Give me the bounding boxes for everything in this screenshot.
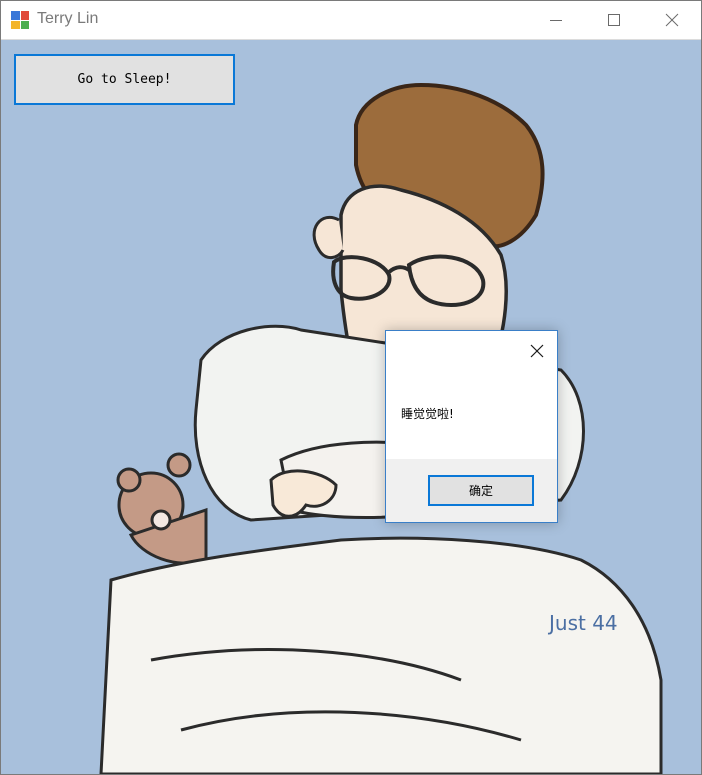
maximize-icon <box>608 14 620 26</box>
artist-signature: Just 44 <box>547 611 618 635</box>
minimize-button[interactable] <box>527 1 585 39</box>
winforms-app-icon <box>11 11 29 29</box>
window-title: Terry Lin <box>37 10 99 27</box>
client-area: Just 44 Go to Sleep! <box>1 40 701 774</box>
sleeping-man-illustration: Just 44 <box>99 82 663 774</box>
close-icon <box>530 344 544 358</box>
ok-button[interactable]: 确定 <box>428 475 534 506</box>
message-box-dialog: 睡觉觉啦! 确定 <box>385 330 558 523</box>
close-button[interactable] <box>643 1 701 39</box>
close-icon <box>665 13 679 27</box>
go-to-sleep-button[interactable]: Go to Sleep! <box>14 54 235 105</box>
ear <box>312 215 345 259</box>
maximize-button[interactable] <box>585 1 643 39</box>
dialog-message: 睡觉觉啦! <box>401 407 454 421</box>
dialog-footer: 确定 <box>386 459 557 522</box>
teddy-bear <box>116 452 208 565</box>
minimize-icon <box>550 20 562 21</box>
main-window: Terry Lin Just 44 Go to Sleep! <box>0 0 702 775</box>
dialog-close-button[interactable] <box>524 339 550 363</box>
title-bar[interactable]: Terry Lin <box>1 1 701 40</box>
